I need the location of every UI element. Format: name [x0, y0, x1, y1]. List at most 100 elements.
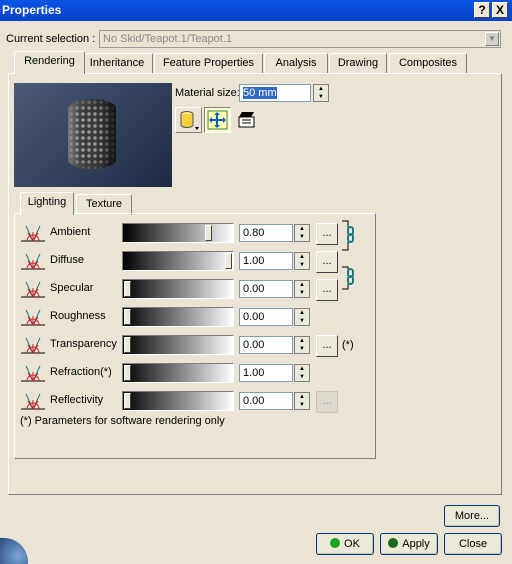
- slider-thumb[interactable]: [124, 309, 131, 325]
- spin-up-icon[interactable]: ▲: [295, 365, 309, 373]
- subtab-texture[interactable]: Texture: [76, 194, 132, 215]
- row-spinner[interactable]: ▲ ▼: [294, 336, 310, 354]
- row-dots-button[interactable]: ...: [316, 251, 338, 273]
- row-label: Diffuse: [50, 254, 85, 266]
- spin-up-icon[interactable]: ▲: [295, 337, 309, 345]
- row-label: Refraction(*): [50, 366, 112, 378]
- row-spinner[interactable]: ▲ ▼: [294, 364, 310, 382]
- spin-down-icon[interactable]: ▼: [295, 317, 309, 325]
- mapping-editor-button[interactable]: [233, 107, 260, 133]
- transparency-icon: [18, 334, 48, 356]
- spin-up-icon[interactable]: ▲: [295, 309, 309, 317]
- row-value-input[interactable]: 0.00: [239, 392, 293, 410]
- slider-thumb[interactable]: [124, 393, 131, 409]
- current-selection-combo[interactable]: No Skid/Teapot.1/Teapot.1 ▼: [99, 30, 501, 48]
- chevron-down-icon[interactable]: ▼: [485, 32, 499, 46]
- row-value-input[interactable]: 0.00: [239, 336, 293, 354]
- row-dots-button[interactable]: ...: [316, 223, 338, 245]
- spin-up-icon: ▲: [318, 86, 324, 92]
- help-button[interactable]: ?: [474, 2, 490, 18]
- slider-thumb[interactable]: [205, 225, 212, 241]
- spin-down-icon[interactable]: ▼: [295, 401, 309, 409]
- spin-down-icon[interactable]: ▼: [295, 289, 309, 297]
- row-label: Roughness: [50, 310, 106, 322]
- row-label: Transparency: [50, 338, 117, 350]
- properties-dialog: Current selection : No Skid/Teapot.1/Tea…: [0, 21, 512, 564]
- tab-drawing[interactable]: Drawing: [329, 53, 387, 74]
- apply-label: Apply: [402, 538, 430, 550]
- specular-icon: [18, 278, 48, 300]
- footnote-text: (*) Parameters for software rendering on…: [20, 415, 225, 427]
- row-slider[interactable]: [122, 335, 234, 355]
- material-preview: [14, 83, 172, 187]
- current-selection-label: Current selection :: [6, 33, 96, 45]
- row-spinner[interactable]: ▲ ▼: [294, 280, 310, 298]
- current-selection-value: No Skid/Teapot.1/Teapot.1: [103, 33, 233, 45]
- reflectivity-icon: [18, 390, 48, 412]
- fit-adjust-button[interactable]: [204, 107, 231, 133]
- fit-adjust-icon: [207, 110, 228, 130]
- row-slider[interactable]: [122, 223, 234, 243]
- spin-up-icon[interactable]: ▲: [295, 225, 309, 233]
- row-dots-button[interactable]: ...: [316, 391, 338, 413]
- material-size-input[interactable]: 50 mm: [239, 84, 311, 102]
- tab-feature-properties[interactable]: Feature Properties: [154, 53, 263, 74]
- row-label: Reflectivity: [50, 394, 104, 406]
- apply-icon: [388, 538, 399, 548]
- material-size-label: Material size:: [175, 87, 240, 99]
- close-button[interactable]: Close: [444, 533, 502, 555]
- cylinder-mapping-button[interactable]: [175, 107, 202, 133]
- spin-up-icon[interactable]: ▲: [295, 281, 309, 289]
- row-spinner[interactable]: ▲ ▼: [294, 308, 310, 326]
- subtab-lighting[interactable]: Lighting: [20, 192, 74, 215]
- slider-thumb[interactable]: [124, 365, 131, 381]
- ok-label: OK: [344, 538, 360, 550]
- row-slider[interactable]: [122, 391, 234, 411]
- spin-down-icon[interactable]: ▼: [295, 233, 309, 241]
- row-slider[interactable]: [122, 251, 234, 271]
- row-label: Ambient: [50, 226, 91, 238]
- spin-down-icon[interactable]: ▼: [295, 261, 309, 269]
- spin-down-icon[interactable]: ▼: [295, 345, 309, 353]
- slider-thumb[interactable]: [225, 253, 232, 269]
- cylinder-mapping-icon: [180, 111, 199, 130]
- row-slider[interactable]: [122, 279, 234, 299]
- spin-down-icon: ▼: [318, 94, 324, 100]
- title-bar: Properties ? X: [0, 0, 512, 21]
- row-note: (*): [342, 339, 354, 351]
- row-value-input[interactable]: 0.00: [239, 308, 293, 326]
- apply-button[interactable]: Apply: [380, 533, 438, 555]
- close-window-button[interactable]: X: [492, 2, 508, 18]
- textured-cylinder-image: [68, 99, 116, 169]
- window-title: Properties: [2, 3, 62, 17]
- more-button[interactable]: More...: [444, 505, 500, 527]
- row-dots-button[interactable]: ...: [316, 279, 338, 301]
- spin-up-icon[interactable]: ▲: [295, 253, 309, 261]
- material-size-spinner[interactable]: ▲ ▼: [313, 84, 329, 102]
- row-dots-button[interactable]: ...: [316, 335, 338, 357]
- row-spinner[interactable]: ▲ ▼: [294, 392, 310, 410]
- slider-thumb[interactable]: [124, 337, 131, 353]
- row-value-input[interactable]: 0.80: [239, 224, 293, 242]
- row-value-input[interactable]: 1.00: [239, 252, 293, 270]
- tab-composites[interactable]: Composites: [389, 53, 467, 74]
- row-value-input[interactable]: 0.00: [239, 280, 293, 298]
- row-slider[interactable]: [122, 307, 234, 327]
- mapping-editor-icon: [238, 112, 255, 128]
- tab-rendering[interactable]: Rendering: [14, 51, 85, 74]
- diffuse-icon: [18, 250, 48, 272]
- tab-inheritance[interactable]: Inheritance: [81, 53, 153, 74]
- row-spinner[interactable]: ▲ ▼: [294, 224, 310, 242]
- refraction-icon: [18, 362, 48, 384]
- spin-up-icon[interactable]: ▲: [295, 393, 309, 401]
- row-value-input[interactable]: 1.00: [239, 364, 293, 382]
- roughness-icon: [18, 306, 48, 328]
- ok-button[interactable]: OK: [316, 533, 374, 555]
- ambient-icon: [18, 222, 48, 244]
- slider-thumb[interactable]: [124, 281, 131, 297]
- spin-down-icon[interactable]: ▼: [295, 373, 309, 381]
- row-label: Specular: [50, 282, 94, 294]
- row-slider[interactable]: [122, 363, 234, 383]
- tab-analysis[interactable]: Analysis: [264, 53, 328, 74]
- row-spinner[interactable]: ▲ ▼: [294, 252, 310, 270]
